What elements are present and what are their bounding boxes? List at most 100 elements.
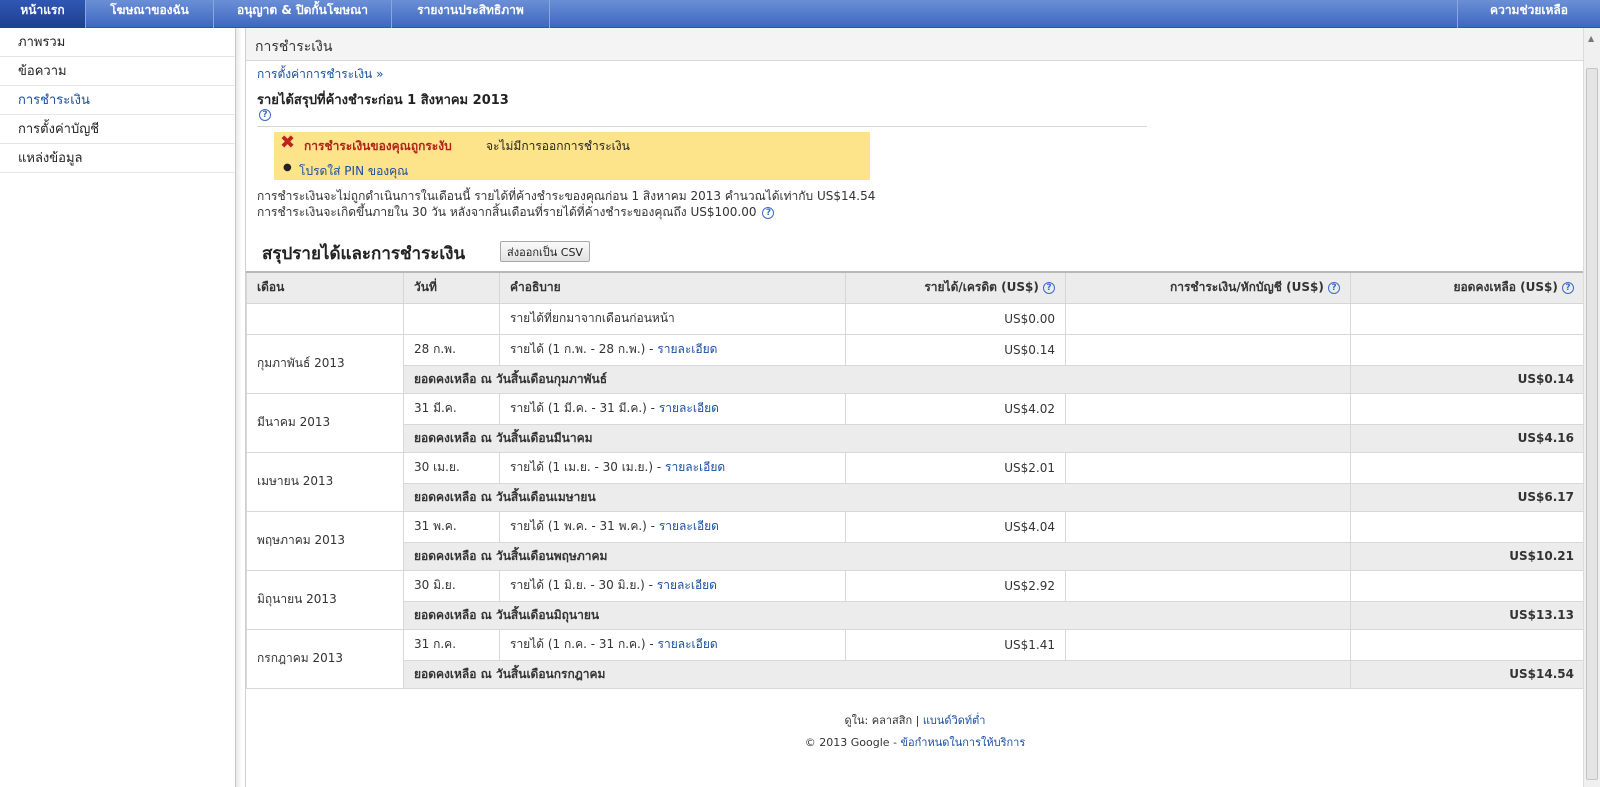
earnings-summary-title: สรุปรายได้และการชำระเงิน [262, 244, 466, 264]
tab-allow-block-ads[interactable]: อนุญาต & ปิดกั้นโฆษณา [214, 0, 392, 28]
description-cell: รายได้ (1 มิ.ย. - 30 มิ.ย.) - รายละเอียด [499, 569, 846, 602]
table-row: กุมภาพันธ์ 2013 28 ก.พ. รายได้ (1 ก.พ. - 2… [246, 333, 1585, 394]
balance-row: ยอดคงเหลือ ณ วันสิ้นเดือนมีนาคม US$4.16 [247, 423, 1585, 453]
earnings-cell: US$1.41 [845, 628, 1066, 661]
help-link[interactable]: ความช่วยเหลือ [1457, 0, 1600, 28]
table-row: รายได้ที่ยกมาจากเดือนก่อนหน้า US$0.00 [246, 302, 1585, 335]
view-mode-footer: ดูใน: คลาสสิก | แบนด์วิดท์ต่ำ [246, 711, 1584, 729]
description-cell: รายได้ (1 ก.พ. - 28 ก.พ.) - รายละเอียด [499, 333, 846, 366]
month-end-balance-value: US$10.21 [1350, 541, 1585, 571]
month-cell: พฤษภาคม 2013 [246, 510, 404, 571]
month-cell: เมษายน 2013 [246, 451, 404, 512]
balance-cell [1350, 333, 1585, 366]
tab-home[interactable]: หน้าแรก [0, 0, 86, 28]
payment-explanation-line-2: การชำระเงินจะเกิดขึ้นภายใน 30 วัน หลังจา… [257, 203, 775, 222]
sidebar-item-account-settings[interactable]: การตั้งค่าบัญชี [0, 115, 235, 144]
sidebar-item-messages[interactable]: ข้อความ [0, 57, 235, 86]
sidebar-item-overview[interactable]: ภาพรวม [0, 28, 235, 57]
scrollbar-thumb[interactable] [1586, 68, 1598, 780]
balance-row: ยอดคงเหลือ ณ วันสิ้นเดือนมิถุนายน US$13.1… [247, 600, 1585, 630]
col-header-payments: การชำระเงิน/หักบัญชี (US$) ? [1065, 271, 1351, 304]
vertical-scrollbar[interactable]: ▲ [1583, 28, 1600, 787]
date-cell: 30 มิ.ย. [403, 569, 500, 602]
month-end-balance-value: US$6.17 [1350, 482, 1585, 512]
main-content: การชำระเงิน การตั้งค่าการชำระเงิน » รายไ… [245, 28, 1585, 787]
balance-row: ยอดคงเหลือ ณ วันสิ้นเดือนเมษายน US$6.17 [247, 482, 1585, 512]
earnings-cell: US$4.04 [845, 510, 1066, 543]
month-end-balance-value: US$14.54 [1350, 659, 1585, 689]
payments-cell [1065, 451, 1351, 484]
payments-cell [1065, 569, 1351, 602]
description-cell: รายได้ (1 ก.ค. - 31 ก.ค.) - รายละเอียด [499, 628, 846, 661]
table-row: มีนาคม 2013 31 มี.ค. รายได้ (1 มี.ค. - 31 … [246, 392, 1585, 453]
page-header: การชำระเงิน [246, 28, 1584, 61]
date-cell: 28 ก.พ. [403, 333, 500, 366]
payment-hold-text: การชำระเงินของคุณถูกระงับ [304, 139, 452, 153]
low-bandwidth-link[interactable]: แบนด์วิดท์ต่ำ [923, 714, 986, 727]
month-end-balance-value: US$0.14 [1350, 364, 1585, 394]
details-link[interactable]: รายละเอียด [659, 401, 719, 415]
description-cell: รายได้ (1 พ.ค. - 31 พ.ค.) - รายละเอียด [499, 510, 846, 543]
enter-pin-link[interactable]: โปรดใส่ PIN ของคุณ [299, 162, 408, 181]
date-cell: 31 พ.ค. [403, 510, 500, 543]
month-end-balance-label: ยอดคงเหลือ ณ วันสิ้นเดือนมีนาคม [403, 423, 1351, 453]
payments-cell [1065, 628, 1351, 661]
details-link[interactable]: รายละเอียด [657, 578, 717, 592]
balance-cell [1350, 510, 1585, 543]
details-link[interactable]: รายละเอียด [665, 460, 725, 474]
table-row: กรกฎาคม 2013 31 ก.ค. รายได้ (1 ก.ค. - 31 ก… [246, 628, 1585, 689]
details-link[interactable]: รายละเอียด [659, 519, 719, 533]
month-end-balance-label: ยอดคงเหลือ ณ วันสิ้นเดือนกุมภาพันธ์ [403, 364, 1351, 394]
earnings-cell: US$2.92 [845, 569, 1066, 602]
month-end-balance-label: ยอดคงเหลือ ณ วันสิ้นเดือนพฤษภาคม [403, 541, 1351, 571]
payment-threshold-text: การชำระเงินจะเกิดขึ้นภายใน 30 วัน หลังจา… [257, 205, 757, 219]
month-cell: กรกฎาคม 2013 [246, 628, 404, 689]
divider [257, 126, 1147, 127]
payment-hold-alert: ✖ การชำระเงินของคุณถูกระงับ จะไม่มีการออ… [274, 132, 870, 180]
sidebar: ภาพรวม ข้อความ การชำระเงิน การตั้งค่าบัญ… [0, 28, 236, 787]
details-link[interactable]: รายละเอียด [657, 342, 717, 356]
sidebar-divider [236, 28, 242, 787]
help-icon[interactable]: ? [1562, 281, 1574, 294]
balance-row: ยอดคงเหลือ ณ วันสิ้นเดือนกุมภาพันธ์ US$0.… [247, 364, 1585, 394]
month-cell: มีนาคม 2013 [246, 392, 404, 453]
description-cell: รายได้ (1 เม.ย. - 30 เม.ย.) - รายละเอียด [499, 451, 846, 484]
unpaid-earnings-title: รายได้สรุปที่ค้างชำระก่อน 1 สิงหาคม 2013 [257, 93, 509, 108]
balance-row: ยอดคงเหลือ ณ วันสิ้นเดือนพฤษภาคม US$10.21 [247, 541, 1585, 571]
col-header-earnings: รายได้/เครดิต (US$) ? [845, 271, 1066, 304]
error-x-icon: ✖ [280, 132, 296, 153]
help-icon[interactable]: ? [1328, 281, 1340, 294]
date-cell: 31 ก.ค. [403, 628, 500, 661]
date-cell: 31 มี.ค. [403, 392, 500, 425]
month-end-balance-value: US$4.16 [1350, 423, 1585, 453]
copyright-footer: © 2013 Google - ข้อกำหนดในการให้บริการ [246, 733, 1584, 751]
scroll-up-arrow-icon[interactable]: ▲ [1588, 34, 1594, 43]
export-csv-button[interactable]: ส่งออกเป็น CSV [500, 241, 590, 262]
help-icon[interactable]: ? [762, 206, 775, 219]
help-icon[interactable]: ? [259, 109, 271, 121]
col-header-date: วันที่ [403, 271, 500, 304]
tab-performance-reports[interactable]: รายงานประสิทธิภาพ [392, 0, 550, 28]
carry-over-description: รายได้ที่ยกมาจากเดือนก่อนหน้า [499, 302, 846, 335]
payment-settings-link[interactable]: การตั้งค่าการชำระเงิน » [257, 65, 383, 84]
separator: | [915, 714, 920, 727]
table-header-row: เดือน วันที่ คำอธิบาย รายได้/เครดิต (US$… [246, 271, 1585, 304]
date-cell: 30 เม.ย. [403, 451, 500, 484]
table-row: เมษายน 2013 30 เม.ย. รายได้ (1 เม.ย. - 30 … [246, 451, 1585, 512]
copyright-text: © 2013 Google - [804, 736, 897, 749]
terms-of-service-link[interactable]: ข้อกำหนดในการให้บริการ [900, 736, 1025, 749]
col-header-balance: ยอดคงเหลือ (US$) ? [1350, 271, 1585, 304]
month-cell: กุมภาพันธ์ 2013 [246, 333, 404, 394]
tab-my-ads[interactable]: โฆษณาของฉัน [86, 0, 214, 28]
month-end-balance-label: ยอดคงเหลือ ณ วันสิ้นเดือนเมษายน [403, 482, 1351, 512]
earnings-cell: US$0.14 [845, 333, 1066, 366]
top-navigation: หน้าแรก โฆษณาของฉัน อนุญาต & ปิดกั้นโฆษณ… [0, 0, 1600, 28]
sidebar-item-resources[interactable]: แหล่งข้อมูล [0, 144, 235, 173]
month-cell: มิถุนายน 2013 [246, 569, 404, 630]
table-row: มิถุนายน 2013 30 มิ.ย. รายได้ (1 มิ.ย. - 3… [246, 569, 1585, 630]
details-link[interactable]: รายละเอียด [658, 637, 718, 651]
balance-cell [1350, 392, 1585, 425]
carry-over-earnings: US$0.00 [845, 302, 1066, 335]
sidebar-item-payments[interactable]: การชำระเงิน [0, 86, 235, 115]
help-icon[interactable]: ? [1043, 281, 1055, 294]
